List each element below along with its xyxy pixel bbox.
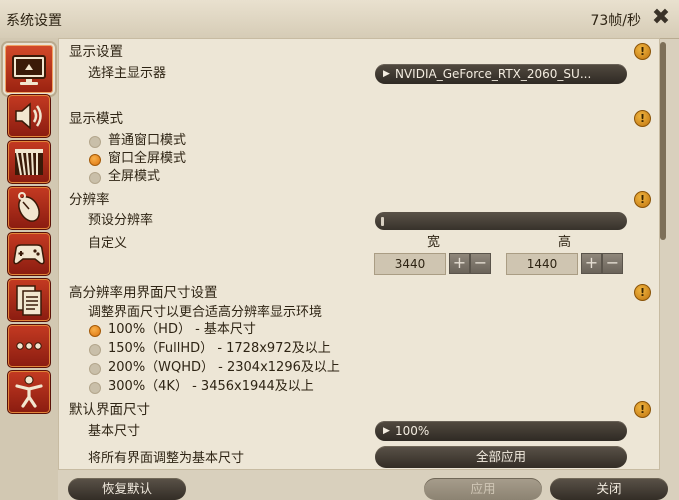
sidebar-item-sound[interactable] (7, 94, 51, 138)
preset-resolution-label: 预设分辨率 (88, 213, 154, 228)
radio-ui-300[interactable] (89, 382, 101, 394)
title-bar: 系统设置 73帧/秒 ✖ (0, 0, 679, 39)
display-mode-warning-icon[interactable]: ! (634, 110, 651, 127)
width-plus-button[interactable]: + (449, 253, 470, 274)
base-size-label: 基本尺寸 (88, 424, 141, 439)
default-ui-size-warning-icon[interactable]: ! (634, 401, 651, 418)
borderless-mode-label: 窗口全屏模式 (108, 151, 187, 166)
apply-button[interactable]: 应用 (424, 478, 542, 500)
display-settings-header: 显示设置 (69, 44, 123, 60)
fps-counter: 73帧/秒 (590, 13, 641, 29)
dropdown-arrow-icon: ▶ (383, 69, 390, 79)
main-display-dropdown[interactable]: ▶ NVIDIA_GeForce_RTX_2060_SU... (375, 64, 627, 84)
radio-ui-200[interactable] (89, 363, 101, 375)
width-label: 宽 (427, 235, 441, 250)
radio-borderless-mode[interactable] (89, 154, 101, 166)
reset-all-ui-label: 将所有界面调整为基本尺寸 (88, 451, 245, 466)
document-log-icon (16, 285, 42, 316)
sidebar-item-mouse[interactable] (7, 186, 51, 230)
ui-200-label: 200%（WQHD） - 2304x1296及以上 (108, 360, 340, 375)
window-title: 系统设置 (6, 13, 62, 29)
curtain-theater-icon (15, 149, 43, 176)
windowed-mode-label: 普通窗口模式 (108, 133, 187, 148)
height-input[interactable]: 1440 (506, 253, 578, 275)
more-dots-icon (16, 342, 42, 350)
radio-ui-150[interactable] (89, 344, 101, 356)
height-plus-button[interactable]: + (581, 253, 602, 274)
radio-windowed-mode[interactable] (89, 136, 101, 148)
radio-ui-100[interactable] (89, 325, 101, 337)
mouse-icon (18, 192, 40, 222)
restore-default-button[interactable]: 恢复默认 (68, 478, 186, 500)
width-minus-button[interactable]: − (470, 253, 491, 274)
radio-fullscreen-mode[interactable] (89, 172, 101, 184)
hires-ui-header: 高分辨率用界面尺寸设置 (69, 285, 218, 301)
height-label: 高 (558, 235, 572, 250)
sidebar-item-gamepad[interactable] (7, 232, 51, 276)
resolution-header: 分辨率 (69, 192, 110, 208)
dropdown-arrow-icon: ▶ (383, 426, 390, 436)
close-button[interactable]: 关闭 (550, 478, 668, 500)
ui-300-label: 300%（4K） - 3456x1944及以上 (108, 379, 314, 394)
resolution-warning-icon[interactable]: ! (634, 191, 651, 208)
main-display-value: NVIDIA_GeForce_RTX_2060_SU... (395, 67, 592, 81)
sidebar-item-log[interactable] (7, 278, 51, 322)
scrollbar-thumb[interactable] (660, 42, 666, 240)
hires-ui-warning-icon[interactable]: ! (634, 284, 651, 301)
close-window-icon[interactable]: ✖ (649, 6, 673, 30)
main-display-label: 选择主显示器 (88, 66, 167, 81)
speaker-volume-icon (15, 102, 42, 130)
width-input[interactable]: 3440 (374, 253, 446, 275)
accessibility-figure-icon (15, 375, 43, 408)
display-mode-header: 显示模式 (69, 111, 123, 127)
preset-resolution-slider[interactable] (375, 212, 627, 230)
default-ui-size-header: 默认界面尺寸 (69, 402, 150, 418)
custom-resolution-label: 自定义 (88, 236, 128, 251)
settings-sidebar (0, 38, 58, 500)
sidebar-item-display[interactable] (3, 43, 55, 95)
preset-resolution-slider-handle[interactable] (381, 217, 384, 226)
sidebar-item-other[interactable] (7, 324, 51, 368)
height-minus-button[interactable]: − (602, 253, 623, 274)
base-size-dropdown[interactable]: ▶ 100% (375, 421, 627, 441)
hires-ui-description: 调整界面尺寸以更合适高分辨率显示环境 (88, 305, 323, 320)
apply-all-button[interactable]: 全部应用 (375, 446, 627, 468)
ui-150-label: 150%（FullHD） - 1728x972及以上 (108, 341, 331, 356)
sidebar-item-visual[interactable] (7, 140, 51, 184)
fullscreen-mode-label: 全屏模式 (108, 169, 161, 184)
base-size-value: 100% (395, 424, 430, 438)
ui-100-label: 100%（HD） - 基本尺寸 (108, 322, 256, 337)
display-settings-warning-icon[interactable]: ! (634, 43, 651, 60)
sidebar-item-accessibility[interactable] (7, 370, 51, 414)
display-monitor-icon (12, 55, 46, 85)
gamepad-icon (13, 244, 45, 265)
